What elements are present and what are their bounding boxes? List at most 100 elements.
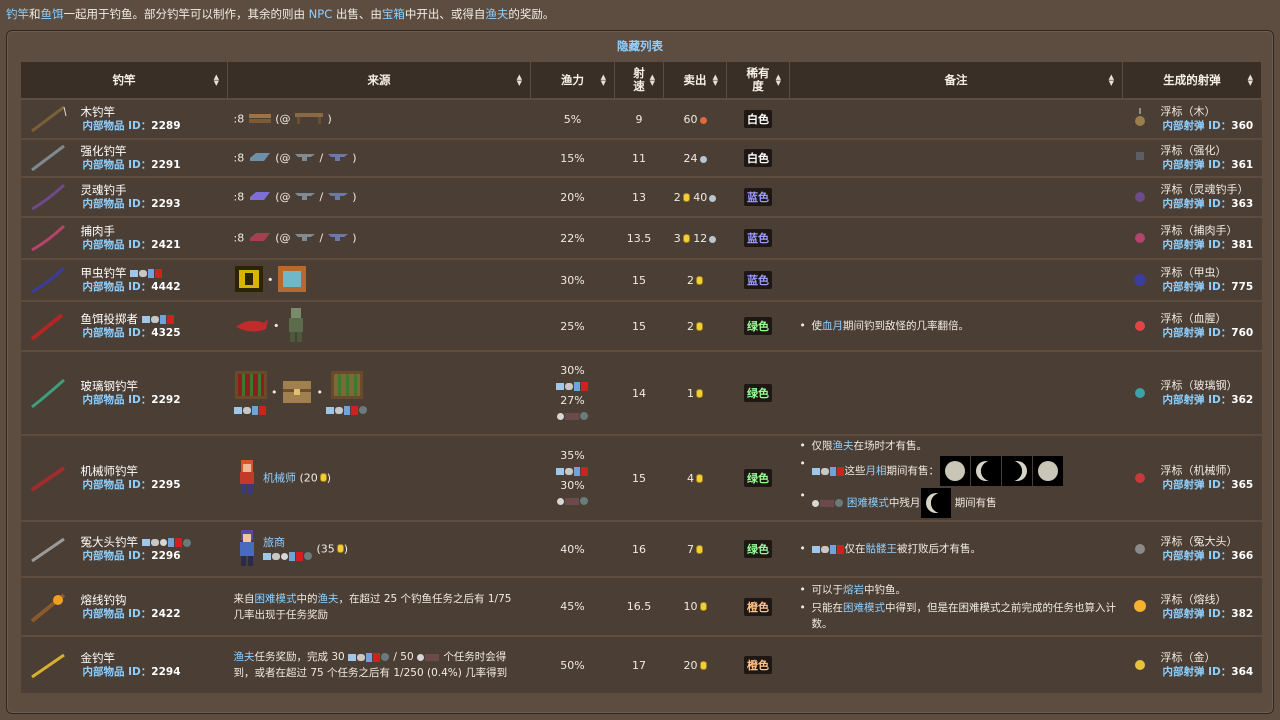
- rod-name-link[interactable]: 鱼饵投掷者: [81, 312, 181, 326]
- speed-value: 17: [614, 635, 664, 693]
- mechanic-npc-icon[interactable]: [234, 458, 260, 499]
- zombie-merman-icon[interactable]: [283, 306, 309, 347]
- crimtane-bar-icon[interactable]: [248, 230, 272, 247]
- link-lava[interactable]: 熔岩: [843, 584, 864, 596]
- old-gen-icon: [304, 552, 312, 560]
- sell-amount: 40: [693, 190, 708, 204]
- wood-icon[interactable]: [248, 111, 272, 128]
- 3ds-icon: [564, 412, 579, 420]
- sell-amount: 2: [687, 273, 694, 287]
- link-hardmode[interactable]: 困难模式: [847, 497, 889, 509]
- rod-name-link[interactable]: 灵魂钓手: [81, 183, 181, 197]
- col-header-rod[interactable]: 钓竿 ▲ ▼: [20, 62, 228, 99]
- projectile-link[interactable]: 射弹: [1184, 120, 1205, 132]
- iron-bar-icon[interactable]: [248, 150, 272, 167]
- jungle-crate-icon[interactable]: [234, 370, 268, 403]
- projectile-link[interactable]: 射弹: [1184, 327, 1205, 339]
- rarity-badge: 白色: [744, 149, 772, 167]
- col-header-projectile[interactable]: 生成的射弹 ▲ ▼: [1122, 62, 1262, 99]
- col-header-power[interactable]: 渔力 ▲ ▼: [530, 62, 615, 99]
- traveling-merchant-icon[interactable]: [234, 528, 260, 571]
- sitting-ducks-pole-icon[interactable]: [21, 534, 75, 564]
- col-header-speed[interactable]: 射速 ▲ ▼: [614, 62, 664, 99]
- fiberglass-pole-icon[interactable]: [21, 376, 75, 410]
- lead-anvil-icon[interactable]: [327, 190, 349, 205]
- link-bait[interactable]: 鱼饵: [41, 7, 64, 21]
- link-traveling-merchant[interactable]: 旅商: [263, 536, 285, 549]
- projectile-link[interactable]: 射弹: [1184, 239, 1205, 251]
- link-angler[interactable]: 渔夫: [485, 7, 508, 21]
- col-header-source[interactable]: 来源 ▲ ▼: [227, 62, 531, 99]
- golden-fishing-rod-icon[interactable]: [21, 650, 75, 680]
- projectile-link[interactable]: 射弹: [1184, 159, 1205, 171]
- blood-eel-icon[interactable]: [234, 313, 270, 340]
- collapse-toggle-title[interactable]: 隐藏列表: [7, 38, 1273, 54]
- rod-name-link[interactable]: 强化钓竿: [81, 144, 181, 158]
- ivy-chest-icon[interactable]: [281, 378, 313, 409]
- rod-name-link[interactable]: 玻璃钢钓竿: [81, 379, 181, 393]
- link-blood-moon[interactable]: 血月: [822, 320, 843, 332]
- 3ds-icon: [819, 499, 834, 507]
- waxing-crescent-icon: [1002, 456, 1032, 486]
- bramble-crate-icon[interactable]: [330, 370, 364, 403]
- oasis-crate-icon[interactable]: [277, 265, 307, 296]
- link-angler[interactable]: 渔夫: [234, 651, 255, 663]
- link-fishing-rod[interactable]: 钓竿: [6, 7, 29, 21]
- link-mechanic[interactable]: 机械师: [263, 471, 296, 484]
- rod-name-link[interactable]: 金钓竿: [81, 651, 181, 665]
- col-header-notes[interactable]: 备注 ▲ ▼: [789, 62, 1123, 99]
- link-npc[interactable]: NPC: [309, 7, 333, 21]
- sell-value: 24: [663, 138, 727, 177]
- fisher-of-souls-icon[interactable]: [21, 182, 75, 212]
- table-row: 木钓竿 内部物品 ID：2289 :8 (@ ) 5% 9 60 白色 浮标（木）…: [20, 98, 1262, 139]
- collapsible-frame: 隐藏列表 钓竿 ▲ ▼ 来源 ▲ ▼ 渔力 ▲ ▼ 射速 ▲ ▼ 卖出 ▲ ▼ 稀有度 ▲ ▼ 备注 ▲ ▼…: [6, 30, 1274, 714]
- link-angler[interactable]: 渔夫: [833, 440, 854, 452]
- note-item: 可以于熔岩中钓鱼。: [800, 582, 1123, 598]
- projectile-link[interactable]: 射弹: [1184, 281, 1205, 293]
- intid-label: 内部: [1162, 550, 1184, 562]
- anvil-icon[interactable]: [294, 151, 316, 166]
- projectile-link[interactable]: 射弹: [1184, 394, 1205, 406]
- link-skeletron[interactable]: 骷髅王: [866, 543, 898, 555]
- mechanics-rod-icon[interactable]: [21, 463, 75, 493]
- rod-name-link[interactable]: 捕肉手: [81, 224, 181, 238]
- col-header-sell[interactable]: 卖出 ▲ ▼: [663, 62, 727, 99]
- projectile-link[interactable]: 射弹: [1184, 608, 1205, 620]
- hotline-fishing-hook-icon[interactable]: [21, 590, 75, 624]
- anvil-icon[interactable]: [294, 231, 316, 246]
- fleshcatcher-icon[interactable]: [21, 223, 75, 253]
- waning-crescent-icon: [971, 456, 1001, 486]
- rod-name-link[interactable]: 木钓竿: [81, 105, 181, 119]
- workbench-icon[interactable]: [294, 111, 324, 128]
- rod-name-link[interactable]: 冤大头钓竿: [81, 535, 192, 549]
- scarab-rod-icon[interactable]: [21, 265, 75, 295]
- rod-name-link[interactable]: 熔线钓钩: [81, 593, 181, 607]
- link-moon-phase[interactable]: 月相: [866, 465, 887, 477]
- projectile-link[interactable]: 射弹: [1184, 198, 1205, 210]
- lead-anvil-icon[interactable]: [327, 231, 349, 246]
- col-header-label: 渔力: [561, 72, 584, 87]
- power-value: 30%: [560, 364, 585, 377]
- old-gen-icon: [182, 538, 191, 547]
- rod-name-link[interactable]: 机械师钓竿: [81, 464, 181, 478]
- reinforced-rod-icon[interactable]: [21, 143, 75, 173]
- link-angler[interactable]: 渔夫: [318, 593, 339, 605]
- projectile-link[interactable]: 射弹: [1184, 550, 1205, 562]
- link-hardmode[interactable]: 困难模式: [843, 602, 885, 614]
- lead-anvil-icon[interactable]: [327, 151, 349, 166]
- anvil-icon[interactable]: [294, 190, 316, 205]
- link-chest[interactable]: 宝箱: [382, 7, 405, 21]
- silver-coin-icon: [699, 155, 707, 163]
- col-header-rarity[interactable]: 稀有度 ▲ ▼: [726, 62, 790, 99]
- projectile-link[interactable]: 射弹: [1184, 666, 1205, 678]
- tmodloader-icon: [259, 405, 266, 415]
- link-hardmode[interactable]: 困难模式: [255, 593, 297, 605]
- sell-amount: 1: [687, 386, 694, 400]
- rod-name-link[interactable]: 甲虫钓竿: [81, 266, 181, 280]
- projectile-link[interactable]: 射弹: [1184, 479, 1205, 491]
- scarab-crate-icon[interactable]: [234, 265, 264, 296]
- wood-rod-icon[interactable]: [21, 104, 75, 134]
- demonite-bar-icon[interactable]: [248, 189, 272, 206]
- chum-caster-icon[interactable]: [21, 310, 75, 342]
- intid-value: 4442: [151, 281, 181, 293]
